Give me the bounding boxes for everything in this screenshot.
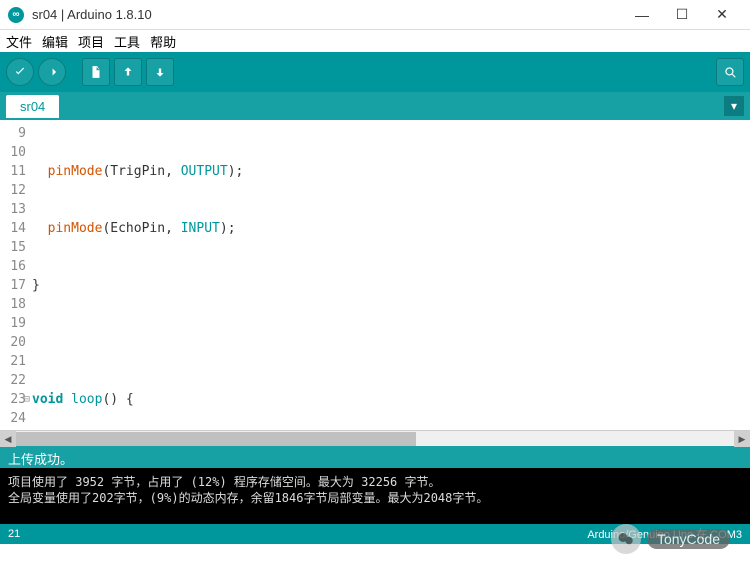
menu-help[interactable]: 帮助: [150, 32, 176, 51]
watermark: TonyCode: [611, 524, 730, 554]
arduino-logo-icon: ∞: [8, 7, 24, 23]
code-area[interactable]: pinMode(TrigPin, OUTPUT); pinMode(EchoPi…: [32, 120, 750, 430]
menu-file[interactable]: 文件: [6, 32, 32, 51]
maximize-button[interactable]: ☐: [662, 0, 702, 30]
menu-tools[interactable]: 工具: [114, 32, 140, 51]
menu-edit[interactable]: 编辑: [42, 32, 68, 51]
upload-button[interactable]: [38, 58, 66, 86]
save-button[interactable]: [146, 58, 174, 86]
output-console[interactable]: 项目使用了 3952 字节，占用了 (12%) 程序存储空间。最大为 32256…: [0, 468, 750, 524]
console-line: 项目使用了 3952 字节，占用了 (12%) 程序存储空间。最大为 32256…: [8, 474, 742, 490]
minimize-button[interactable]: —: [622, 0, 662, 30]
console-line: 全局变量使用了202字节，(9%)的动态内存，余留1846字节局部变量。最大为2…: [8, 490, 742, 506]
toolbar: [0, 52, 750, 92]
open-button[interactable]: [114, 58, 142, 86]
line-number: 21: [8, 528, 20, 540]
scroll-left-icon[interactable]: ◀: [0, 431, 16, 447]
verify-button[interactable]: [6, 58, 34, 86]
tabbar: sr04 ▾: [0, 92, 750, 120]
tab-sr04[interactable]: sr04: [6, 95, 59, 118]
line-gutter: 9101112 13141516 17181920 21222324: [0, 120, 32, 430]
status-message: 上传成功。: [0, 446, 750, 468]
horizontal-scrollbar[interactable]: ◀ ▶: [0, 430, 750, 446]
scroll-thumb[interactable]: [16, 432, 416, 446]
serial-monitor-button[interactable]: [716, 58, 744, 86]
new-button[interactable]: [82, 58, 110, 86]
menubar: 文件 编辑 项目 工具 帮助: [0, 30, 750, 52]
wechat-icon: [611, 524, 641, 554]
close-button[interactable]: ✕: [702, 0, 742, 30]
window-title: sr04 | Arduino 1.8.10: [32, 7, 622, 22]
menu-sketch[interactable]: 项目: [78, 32, 104, 51]
code-editor[interactable]: 9101112 13141516 17181920 21222324 pinMo…: [0, 120, 750, 430]
scroll-right-icon[interactable]: ▶: [734, 431, 750, 447]
titlebar: ∞ sr04 | Arduino 1.8.10 — ☐ ✕: [0, 0, 750, 30]
tab-menu-button[interactable]: ▾: [724, 96, 744, 116]
